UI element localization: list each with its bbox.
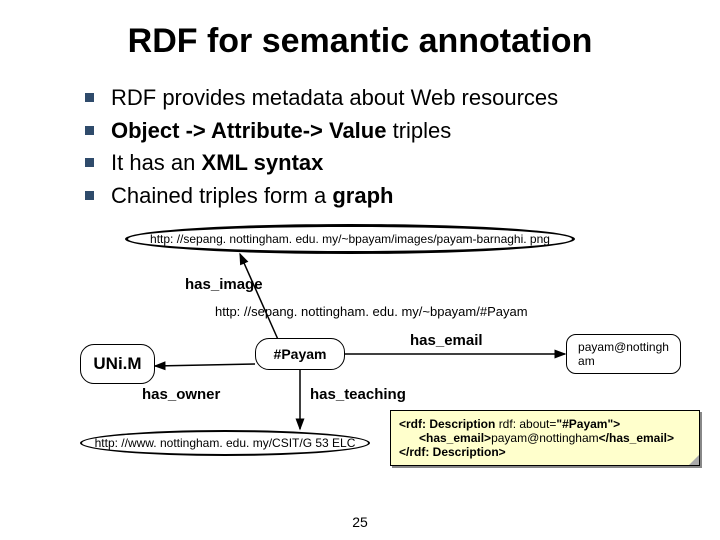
- page-number: 25: [0, 514, 720, 530]
- node-image-url: http: //sepang. nottingham. edu. my/~bpa…: [125, 224, 575, 254]
- code-text: <rdf: Description: [399, 417, 499, 431]
- node-payam: #Payam: [255, 338, 345, 370]
- bullet-item: Object -> Attribute-> Value triples: [85, 116, 720, 146]
- edge-has-email: has_email: [410, 332, 483, 349]
- note-corner-fold: [689, 455, 699, 465]
- code-text: </rdf: Description>: [399, 445, 506, 459]
- rdf-graph-diagram: http: //sepang. nottingham. edu. my/~bpa…: [0, 214, 720, 514]
- code-text: <has_email>: [419, 431, 491, 445]
- node-payam-url: http: //sepang. nottingham. edu. my/~bpa…: [215, 304, 528, 319]
- code-text: payam@nottingham: [491, 431, 599, 445]
- code-text: rdf: about=: [499, 417, 557, 431]
- edge-has-teaching: has_teaching: [310, 386, 406, 403]
- bullet-item: Chained triples form a graph: [85, 181, 720, 211]
- bullet-item: It has an XML syntax: [85, 148, 720, 178]
- code-text: "#Payam">: [556, 417, 620, 431]
- slide-title: RDF for semantic annotation: [0, 0, 720, 61]
- node-teaching-url: http: //www. nottingham. edu. my/CSIT/G …: [80, 430, 370, 456]
- edge-has-image: has_image: [185, 276, 263, 293]
- node-email: payam@nottingh am: [566, 334, 681, 374]
- node-unim: UNi.M: [80, 344, 155, 384]
- edge-has-owner: has_owner: [142, 386, 220, 403]
- bullet-list: RDF provides metadata about Web resource…: [85, 83, 720, 211]
- code-text: </has_email>: [599, 431, 674, 445]
- bullet-item: RDF provides metadata about Web resource…: [85, 83, 720, 113]
- rdf-code-snippet: <rdf: Description rdf: about="#Payam"> <…: [390, 410, 700, 466]
